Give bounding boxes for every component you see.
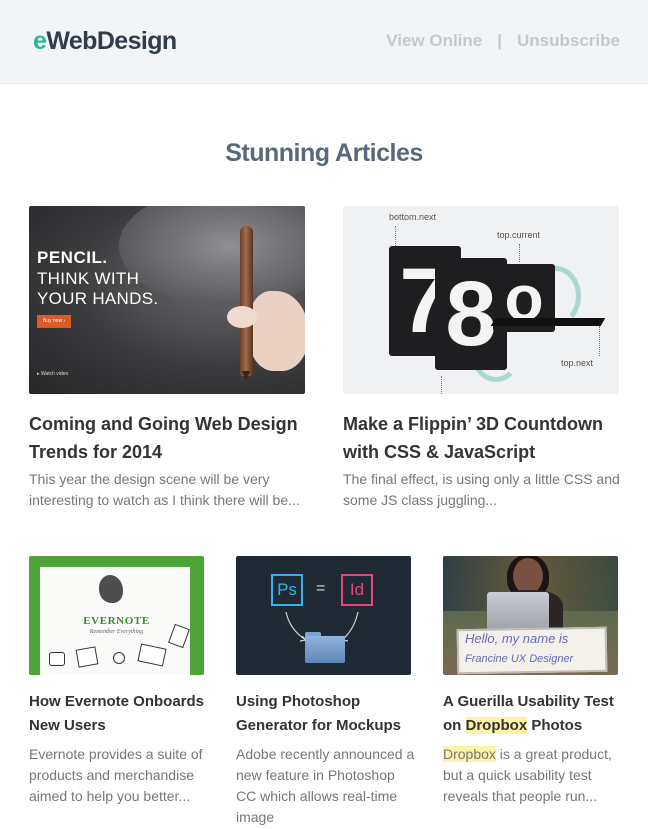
- flip-card-shadow: [490, 318, 606, 326]
- article-excerpt: Adobe recently announced a new feature i…: [236, 746, 415, 825]
- leader-line: [395, 226, 396, 248]
- excerpt-highlight: Dropbox: [443, 746, 496, 762]
- pencil-shape: [240, 226, 253, 376]
- pencil-tip-shape: [242, 371, 250, 381]
- logo-accent: e: [33, 27, 47, 55]
- email-header: eWebDesign View Online | Unsubscribe: [0, 0, 648, 84]
- label-top-current: top.current: [497, 230, 541, 240]
- title-part: Photos: [527, 717, 583, 734]
- leader-line: [599, 326, 600, 356]
- logo-text: WebDesign: [46, 27, 177, 55]
- doodle-icon: [75, 646, 99, 668]
- header-nav: View Online | Unsubscribe: [386, 31, 620, 51]
- article-card-photoshop-generator[interactable]: Ps = Id Using Photoshop Generator for Mo…: [236, 556, 414, 825]
- article-thumbnail-usability-test[interactable]: Hello, my name is Francine UX Designer: [443, 556, 618, 675]
- thumb-headline: PENCIL.: [37, 248, 108, 267]
- thumb-tagline-line-1: THINK WITH: [37, 269, 140, 288]
- label-bottom-next: bottom.next: [389, 212, 437, 222]
- leader-line: [441, 376, 442, 394]
- thumb-tagline: THINK WITH YOUR HANDS.: [37, 269, 158, 309]
- elephant-icon: [99, 575, 123, 603]
- article-card-3d-countdown[interactable]: bottom.next top.current top.next 7 8 o M…: [343, 206, 620, 508]
- article-thumbnail-countdown[interactable]: bottom.next top.current top.next 7 8 o: [343, 206, 619, 394]
- article-title[interactable]: A Guerilla Usability Test on Dropbox Pho…: [443, 690, 633, 738]
- section-title: Stunning Articles: [225, 139, 423, 167]
- leader-line: [519, 244, 520, 262]
- finger-shape: [227, 306, 257, 328]
- article-card-evernote[interactable]: EVERNOTE Remember Everything How Evernot…: [29, 556, 204, 816]
- article-thumbnail-evernote[interactable]: EVERNOTE Remember Everything: [29, 556, 204, 675]
- unsubscribe-link[interactable]: Unsubscribe: [517, 31, 620, 50]
- article-excerpt: Dropbox is a great product, but a quick …: [443, 744, 623, 807]
- sign-line-2: Francine UX Designer: [465, 653, 574, 665]
- article-title[interactable]: Make a Flippin’ 3D Countdown with CSS & …: [343, 410, 633, 466]
- person-face: [513, 558, 543, 594]
- article-thumbnail-photoshop[interactable]: Ps = Id: [236, 556, 411, 675]
- article-title[interactable]: Using Photoshop Generator for Mockups: [236, 690, 426, 738]
- article-card-guerilla-usability[interactable]: Hello, my name is Francine UX Designer A…: [443, 556, 618, 816]
- article-card-web-design-trends[interactable]: PENCIL. THINK WITH YOUR HANDS. Buy now ›…: [29, 206, 305, 508]
- hand-shape: [249, 291, 305, 371]
- article-excerpt: Evernote provides a suite of products an…: [29, 746, 203, 804]
- laptop-icon: [487, 592, 549, 630]
- label-top-next: top.next: [561, 358, 594, 368]
- sign-line-1: Hello, my name is: [465, 631, 569, 646]
- article-title[interactable]: How Evernote Onboards New Users: [29, 690, 219, 738]
- nav-separator: |: [497, 31, 503, 50]
- article-thumbnail-pencil[interactable]: PENCIL. THINK WITH YOUR HANDS. Buy now ›…: [29, 206, 305, 394]
- article-excerpt: The final effect, is using only a little…: [343, 471, 620, 508]
- title-highlight: Dropbox: [465, 717, 528, 734]
- article-excerpt: This year the design scene will be very …: [29, 471, 300, 508]
- view-online-link[interactable]: View Online: [386, 31, 482, 50]
- logo[interactable]: eWebDesign: [33, 27, 177, 56]
- thumb-buy-button: Buy now ›: [37, 315, 71, 328]
- doodle-icon: [49, 652, 65, 666]
- thumb-watch-video: ▸ Watch video: [37, 371, 69, 377]
- thumb-tagline-line-2: YOUR HANDS.: [37, 289, 159, 308]
- doodle-icon: [113, 652, 125, 664]
- folder-icon: [305, 636, 345, 663]
- article-title[interactable]: Coming and Going Web Design Trends for 2…: [29, 410, 319, 466]
